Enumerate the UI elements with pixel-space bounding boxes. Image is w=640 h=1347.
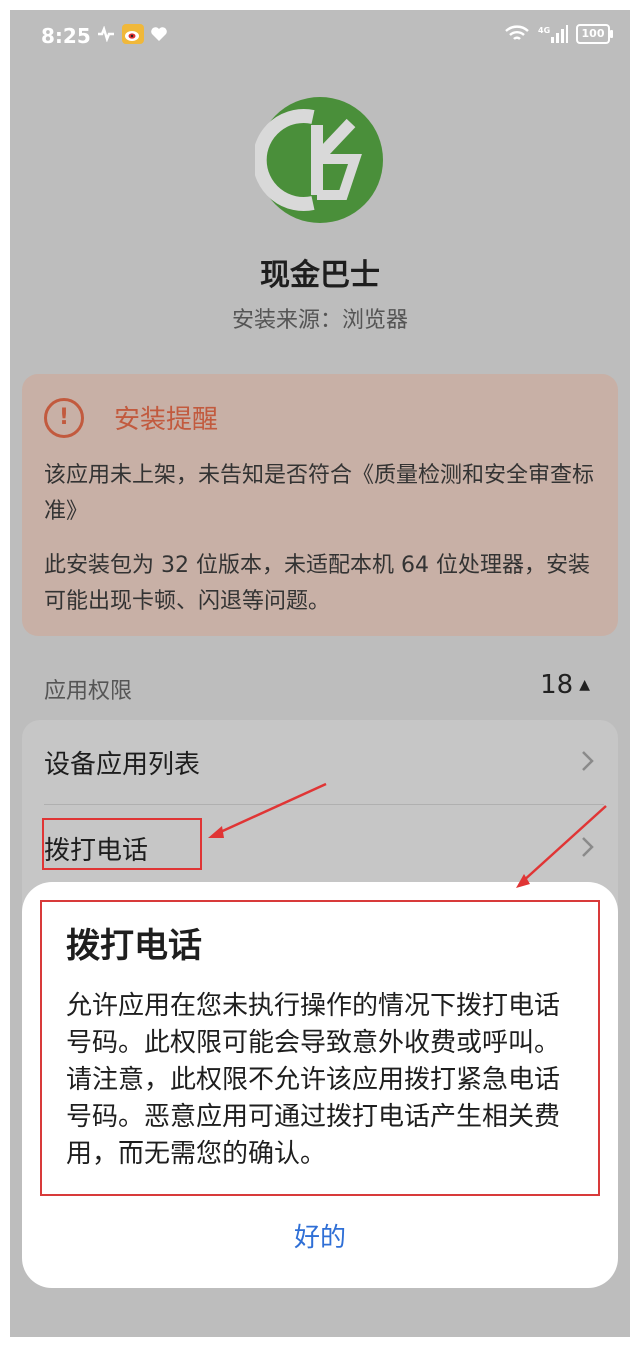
heartbeat-icon [98, 26, 114, 42]
install-warning-card: ! 安装提醒 该应用未上架，未告知是否符合《质量检测和安全审查标准》 此安装包为… [22, 374, 618, 636]
chevron-right-icon [582, 751, 594, 771]
network-label: 4G [538, 26, 550, 35]
dialog-body: 允许应用在您未执行操作的情况下拨打电话号码。此权限可能会导致意外收费或呼叫。请注… [66, 991, 561, 1169]
weibo-icon [122, 24, 144, 44]
divider [44, 804, 604, 805]
permissions-count: 18 [540, 670, 574, 700]
permissions-label: 应用权限 [44, 679, 133, 704]
wifi-icon [505, 25, 529, 40]
system-icons: 4G 100 [504, 24, 613, 44]
chevron-right-icon [582, 837, 594, 857]
warning-title: 安装提醒 [114, 405, 219, 435]
permission-dialog: 拨打电话 允许应用在您未执行操作的情况下拨打电话号码。此权限可能会导致意外收费或… [22, 882, 618, 1288]
status-bar: 8:25 4G 100 [10, 10, 630, 64]
caret-up-icon: ▲ [579, 677, 590, 693]
dialog-title: 拨打电话 [66, 926, 202, 966]
permission-item-label: 设备应用列表 [44, 750, 201, 780]
permission-item-app-list[interactable]: 设备应用列表 [22, 720, 618, 805]
warning-paragraph-2: 此安装包为 32 位版本，未适配本机 64 位处理器，安装可能出现卡顿、闪退等问… [44, 553, 590, 614]
battery-icon: 100 [576, 24, 613, 44]
exclamation-icon: ! [44, 398, 84, 438]
ok-button[interactable]: 好的 [220, 1212, 420, 1264]
notification-icons [96, 24, 168, 44]
install-source: 安装来源：浏览器 [231, 308, 408, 333]
annotation-highlight-box [42, 818, 202, 870]
permissions-count-toggle[interactable]: 18 ▲ [540, 670, 590, 700]
app-logo-icon [255, 97, 383, 223]
status-time: 8:25 [41, 24, 91, 48]
warning-paragraph-1: 该应用未上架，未告知是否符合《质量检测和安全审查标准》 [44, 463, 595, 524]
cellular-signal-icon: 4G [538, 25, 568, 43]
app-name: 现金巴士 [260, 258, 380, 293]
screen: 8:25 4G 100 现金巴士 安装来源：浏览器 ! 安装提醒 该应用未上架，… [10, 10, 630, 1337]
heart-icon [151, 27, 167, 41]
